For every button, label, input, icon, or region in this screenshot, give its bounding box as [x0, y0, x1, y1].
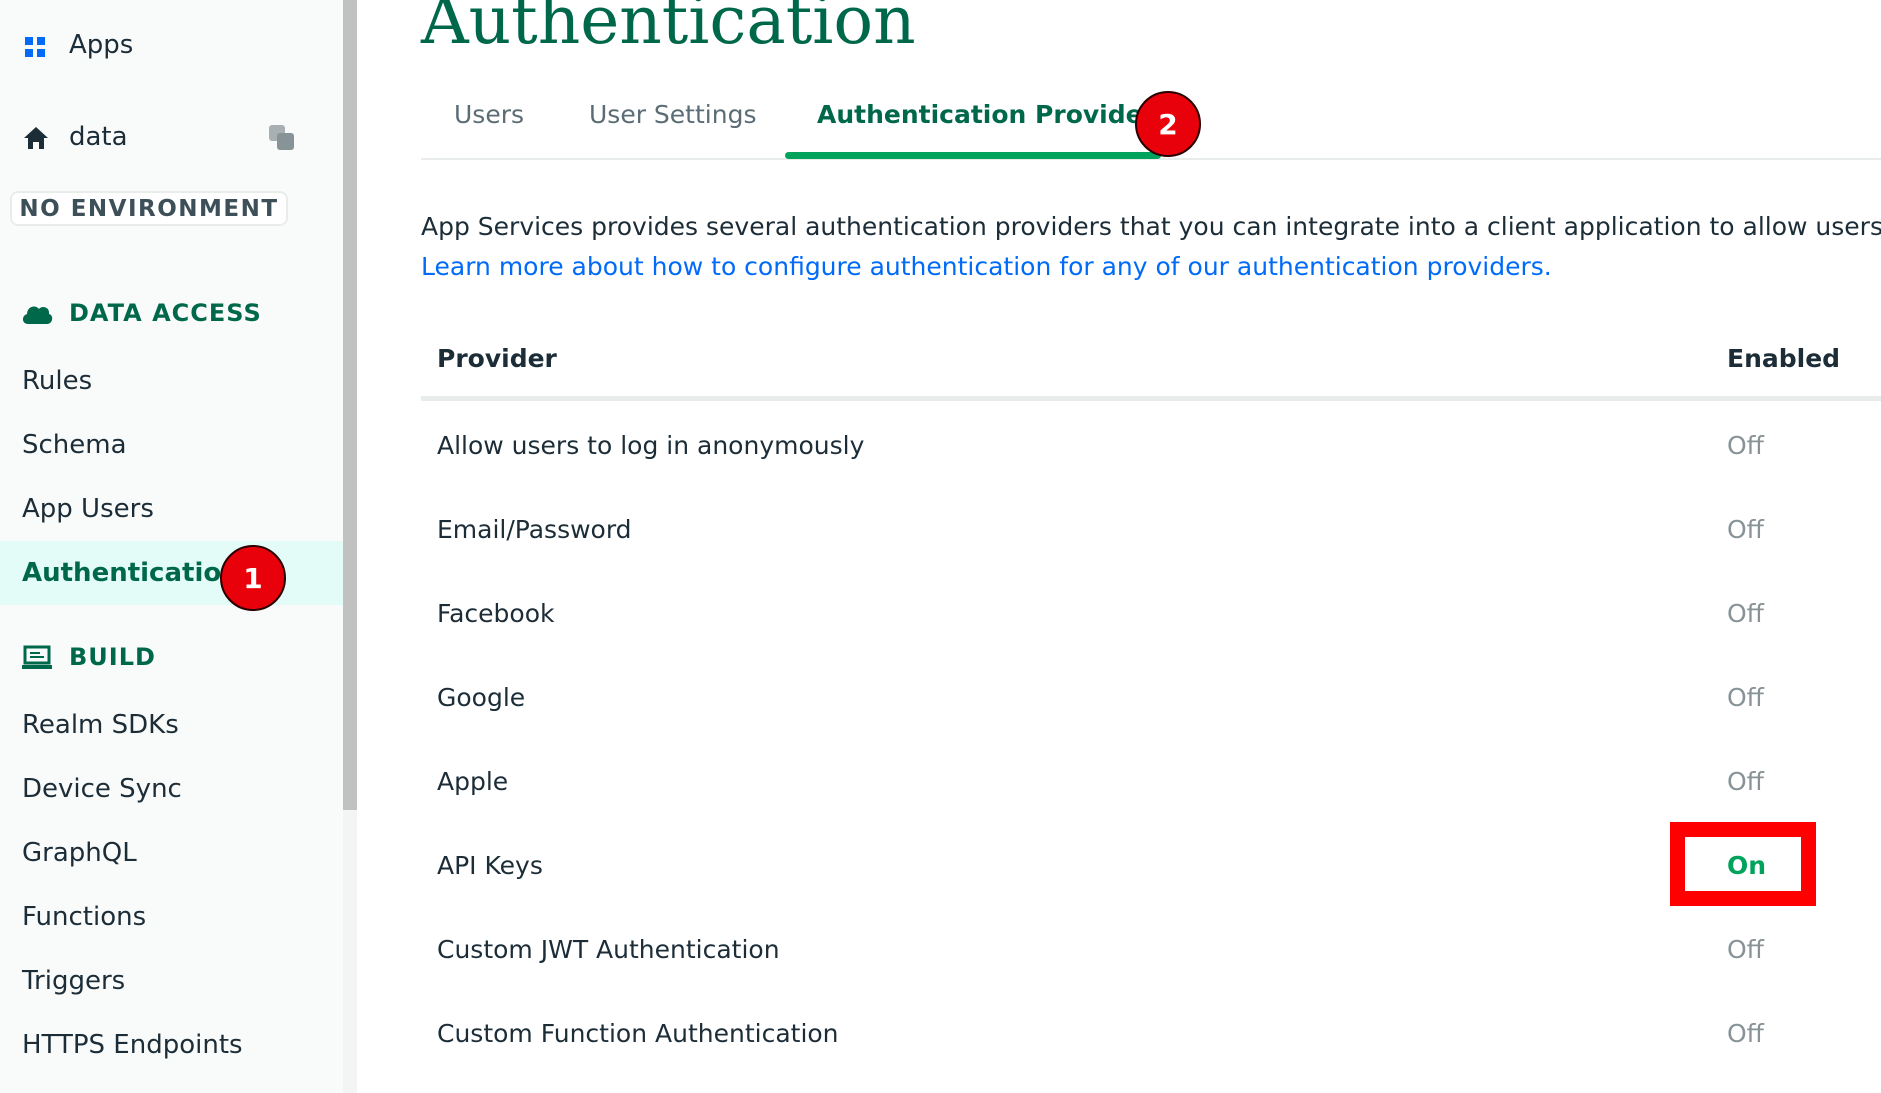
provider-name: Facebook [437, 599, 555, 628]
laptop-icon [22, 644, 52, 672]
section-title: BUILD [69, 643, 156, 671]
sidebar-item-graphql[interactable]: GraphQL [0, 823, 343, 883]
sidebar-item-rules[interactable]: Rules [0, 351, 343, 411]
grid-icon [24, 36, 46, 58]
provider-name: API Keys [437, 851, 543, 880]
table-row[interactable]: Allow users to log in anonymously Off [421, 404, 1881, 488]
sidebar-item-https-endpoints[interactable]: HTTPS Endpoints [0, 1015, 343, 1075]
provider-name: Email/Password [437, 515, 632, 544]
step-badge-1: 1 [220, 545, 286, 611]
table-row[interactable]: Custom JWT Authentication Off [421, 908, 1881, 992]
tab-authentication-providers[interactable]: Authentication Providers [817, 100, 1170, 129]
provider-name: Custom Function Authentication [437, 1019, 839, 1048]
provider-name: Allow users to log in anonymously [437, 431, 865, 460]
step-badge-2: 2 [1135, 91, 1201, 157]
column-header-enabled: Enabled [1727, 344, 1841, 373]
page-title: Authentication [421, 0, 916, 59]
table-row[interactable]: Apple Off [421, 740, 1881, 824]
copy-icon[interactable] [266, 122, 298, 154]
sidebar-item-device-sync[interactable]: Device Sync [0, 759, 343, 819]
sidebar-item-authentication[interactable]: Authentication [0, 541, 343, 605]
app-home-link[interactable]: data [0, 116, 300, 160]
home-icon [22, 124, 50, 152]
environment-badge: NO ENVIRONMENT [10, 191, 288, 226]
provider-name: Apple [437, 767, 509, 796]
table-row[interactable]: Google Off [421, 656, 1881, 740]
sidebar: Apps data NO ENVIRONMENT DATA ACCESS Rul… [0, 0, 343, 1093]
column-header-provider: Provider [437, 344, 557, 373]
sidebar-item-triggers[interactable]: Triggers [0, 951, 343, 1011]
app-name: data [69, 122, 128, 152]
provider-name: Custom JWT Authentication [437, 935, 780, 964]
provider-status: Off [1727, 767, 1764, 796]
section-title: DATA ACCESS [69, 299, 262, 327]
active-tab-indicator [785, 152, 1161, 159]
tab-users[interactable]: Users [454, 100, 524, 129]
sidebar-item-functions[interactable]: Functions [0, 887, 343, 947]
table-row[interactable]: Facebook Off [421, 572, 1881, 656]
sidebar-item-realm-sdks[interactable]: Realm SDKs [0, 695, 343, 755]
provider-status: Off [1727, 599, 1764, 628]
table-row[interactable]: API Keys On [421, 824, 1881, 908]
provider-status: Off [1727, 683, 1764, 712]
sidebar-item-app-users[interactable]: App Users [0, 479, 343, 539]
tab-user-settings[interactable]: User Settings [589, 100, 756, 129]
sidebar-scrollbar-thumb[interactable] [343, 0, 357, 810]
api-keys-highlight-box [1670, 822, 1816, 906]
table-row[interactable]: Email/Password Off [421, 488, 1881, 572]
provider-status: Off [1727, 935, 1764, 964]
app-root: Apps data NO ENVIRONMENT DATA ACCESS Rul… [0, 0, 1881, 1093]
apps-label: Apps [69, 30, 134, 60]
provider-status: Off [1727, 515, 1764, 544]
providers-description: App Services provides several authentica… [421, 212, 1881, 241]
provider-status: Off [1727, 1019, 1764, 1048]
table-header-divider [421, 396, 1881, 401]
sidebar-item-schema[interactable]: Schema [0, 415, 343, 475]
cloud-icon [20, 300, 54, 326]
learn-more-link[interactable]: Learn more about how to configure authen… [421, 252, 1552, 281]
table-row[interactable]: Custom Function Authentication Off [421, 992, 1881, 1076]
provider-name: Google [437, 683, 526, 712]
provider-status: Off [1727, 431, 1764, 460]
